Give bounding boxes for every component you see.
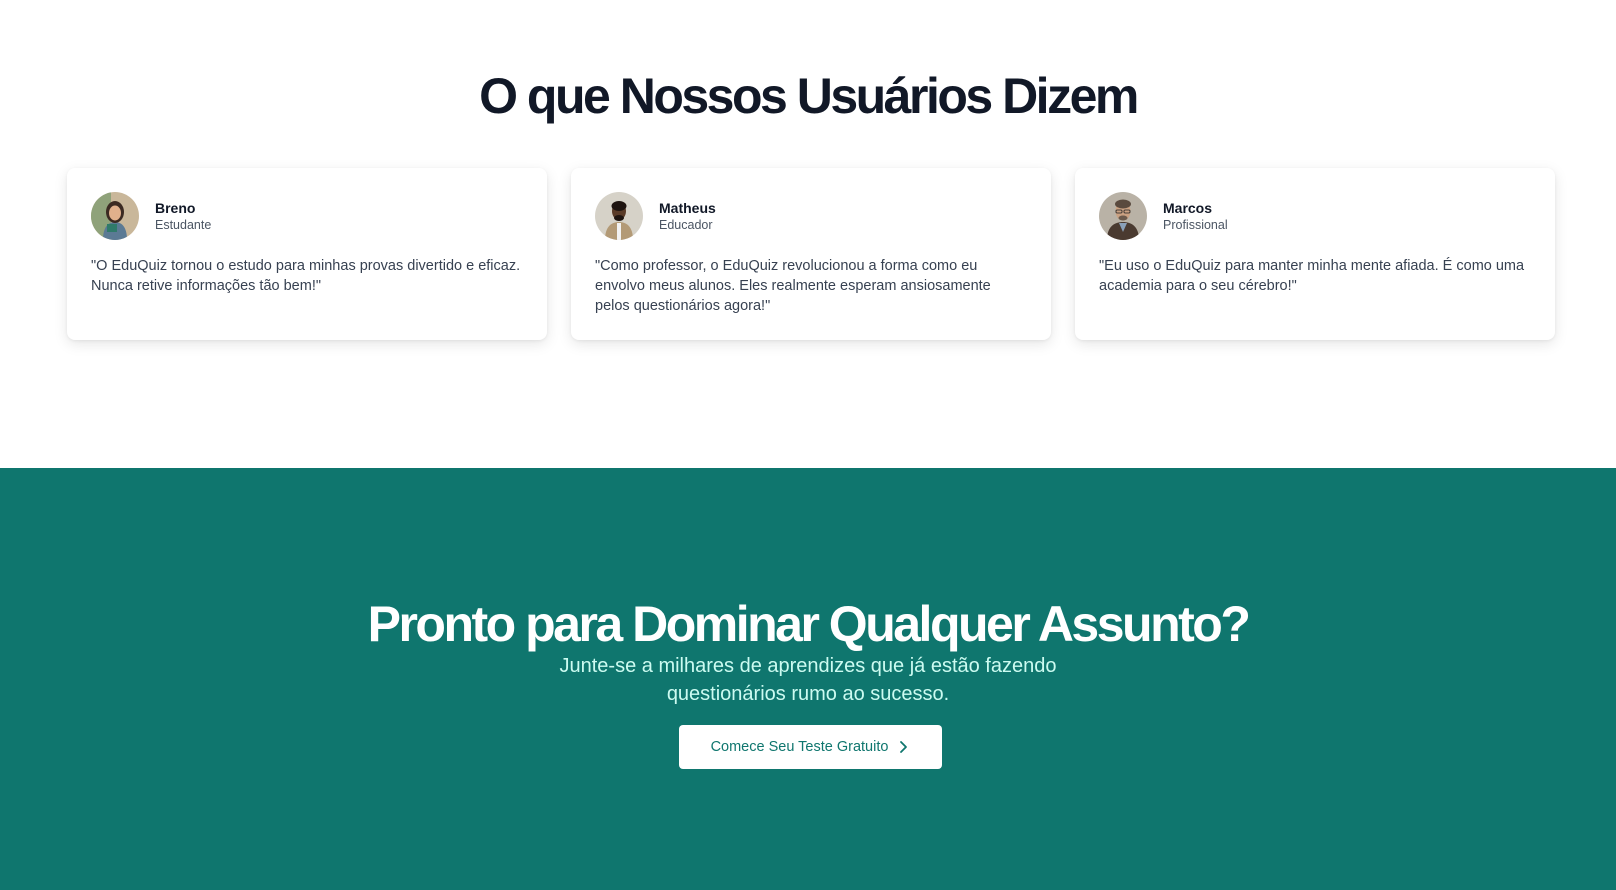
testimonial-author: Matheus Educador (659, 199, 716, 233)
testimonial-card: Marcos Profissional "Eu uso o EduQuiz pa… (1075, 168, 1555, 340)
testimonial-author: Breno Estudante (155, 199, 211, 233)
testimonial-card: Breno Estudante "O EduQuiz tornou o estu… (67, 168, 547, 340)
testimonial-quote: "Como professor, o EduQuiz revolucionou … (595, 258, 991, 314)
testimonial-quote: "Eu uso o EduQuiz para manter minha ment… (1099, 258, 1525, 294)
author-role: Estudante (155, 218, 212, 232)
cta-subtitle: Junte-se a milhares de aprendizes que já… (559, 655, 1057, 705)
cta-section: Pronto para Dominar Qualquer Assunto? Ju… (0, 468, 1616, 890)
cta-title: Pronto para Dominar Qualquer Assunto? (367, 596, 1251, 652)
testimonials-title: O que Nossos Usuários Dizem (479, 68, 1139, 124)
testimonial-quote: "O EduQuiz tornou o estudo para minhas p… (91, 258, 521, 294)
testimonial-header: Matheus Educador (595, 192, 1027, 240)
testimonial-author: Marcos Profissional (1163, 199, 1228, 233)
author-name: Breno (155, 200, 196, 216)
cta-button-label: Comece Seu Teste Gratuito (710, 739, 889, 755)
testimonial-header: Breno Estudante (91, 192, 523, 240)
author-name: Matheus (659, 200, 716, 216)
author-role: Educador (659, 218, 713, 232)
author-role: Profissional (1163, 218, 1228, 232)
start-free-trial-button[interactable]: Comece Seu Teste Gratuito (679, 725, 942, 769)
testimonial-card: Matheus Educador "Como professor, o EduQ… (571, 168, 1051, 340)
testimonial-header: Marcos Profissional (1099, 192, 1531, 240)
avatar (595, 192, 643, 240)
testimonials-section: O que Nossos Usuários Dizem Breno Estuda… (0, 0, 1616, 468)
avatar (91, 192, 139, 240)
chevron-right-icon (896, 740, 910, 754)
avatar (1099, 192, 1147, 240)
author-name: Marcos (1163, 200, 1213, 216)
